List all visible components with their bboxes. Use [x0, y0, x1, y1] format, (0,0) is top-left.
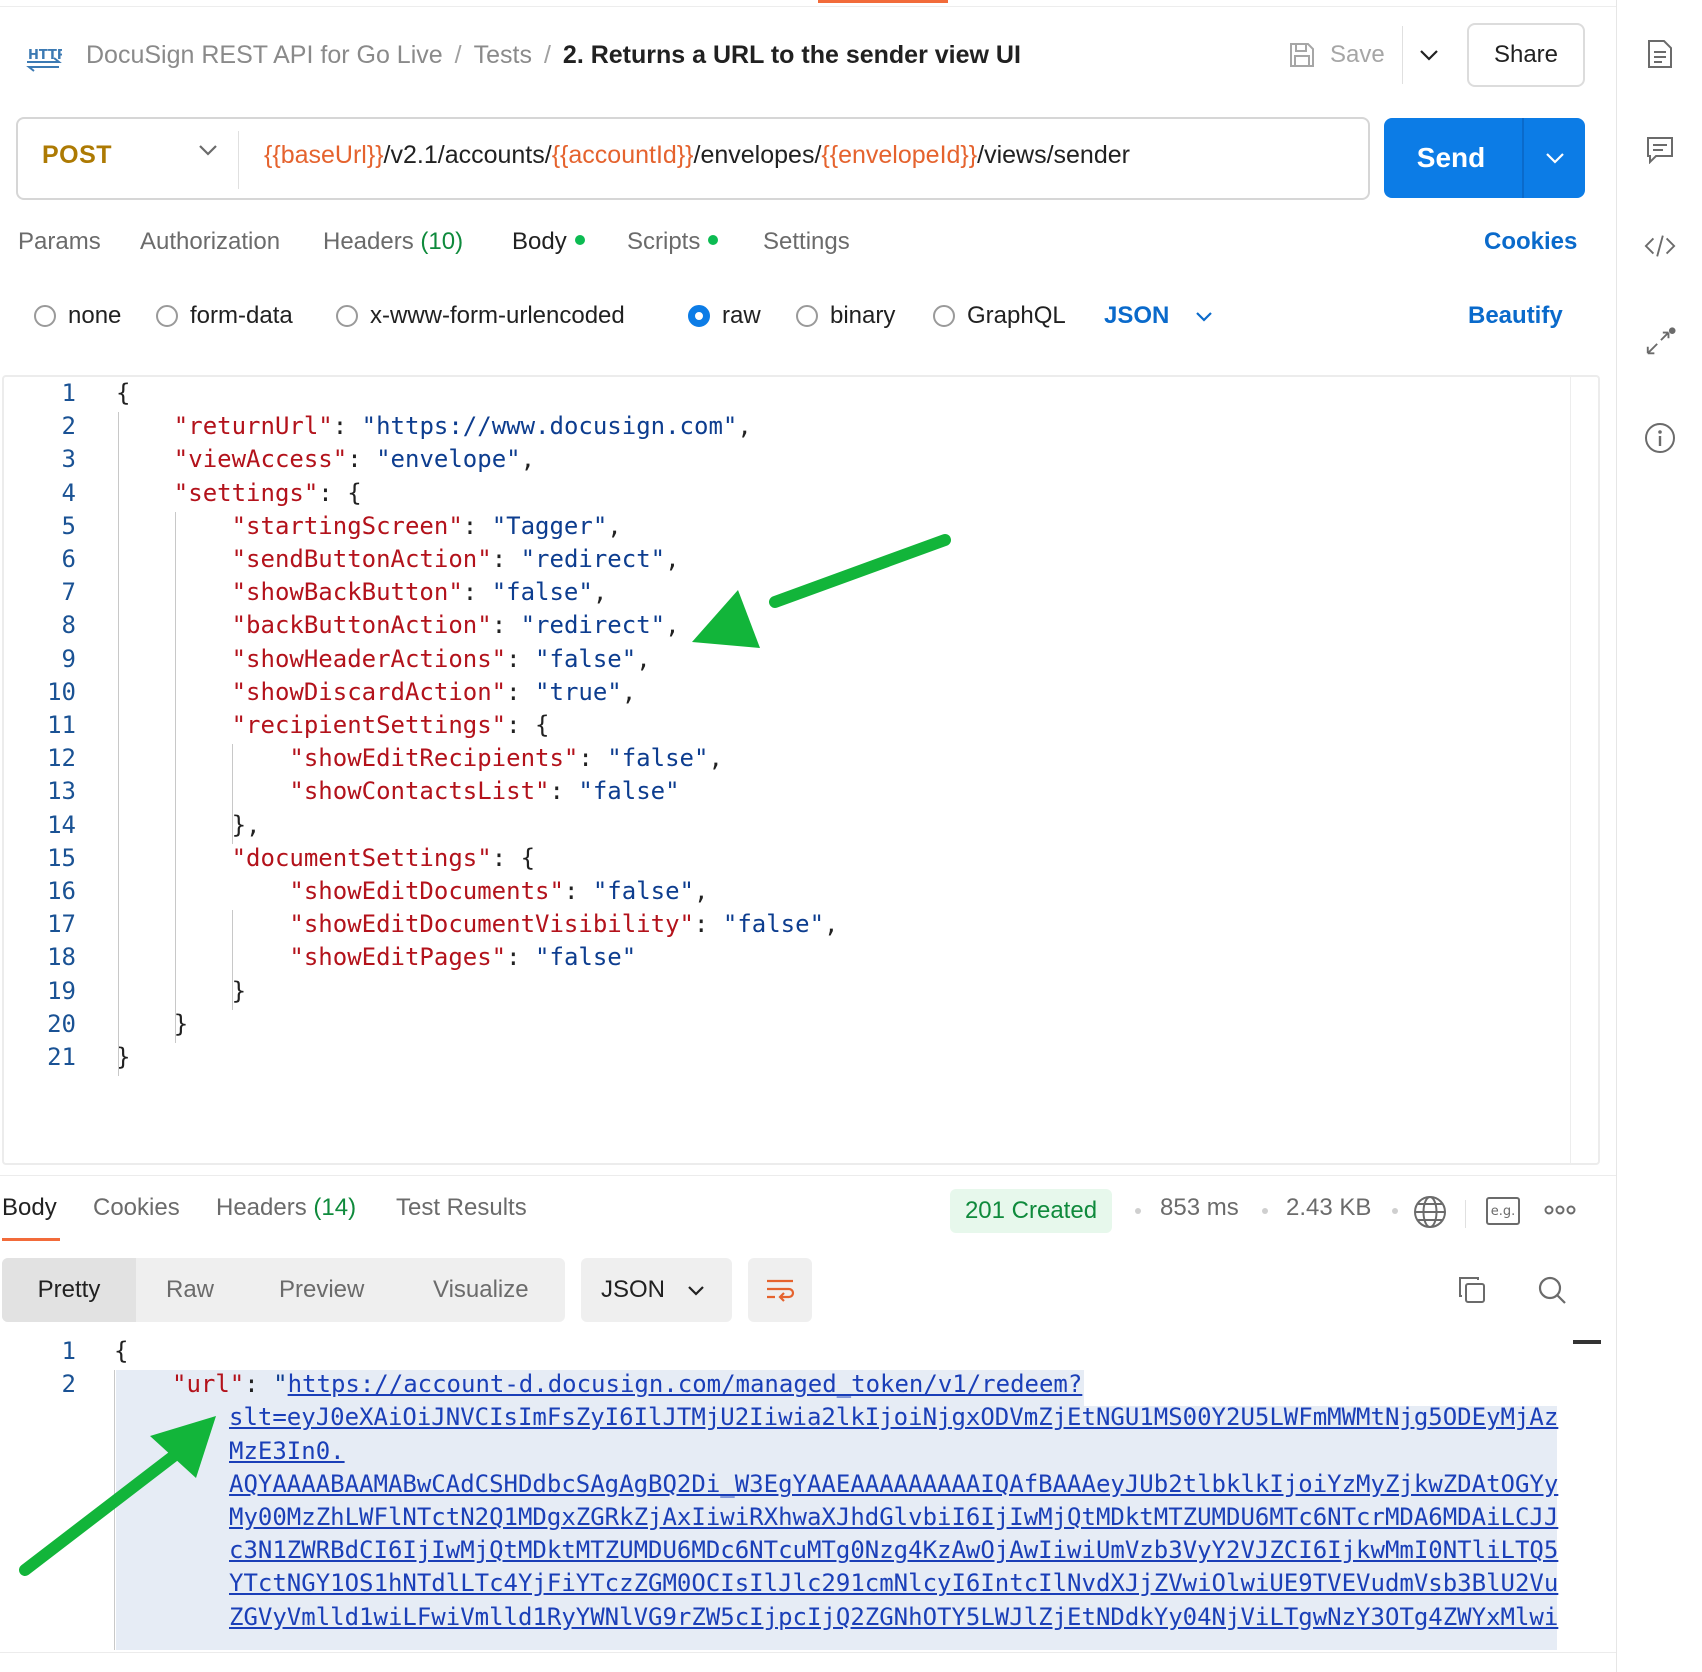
code-icon[interactable] — [1644, 230, 1676, 262]
request-workspace: HTTP DocuSign REST API for Go Live / Tests… — [0, 0, 1616, 1672]
right-sidebar — [1616, 0, 1702, 1672]
annotation-arrows — [19, 534, 951, 1576]
related-collections-icon[interactable] — [1644, 326, 1676, 358]
comments-icon[interactable] — [1644, 134, 1676, 166]
info-icon[interactable] — [1644, 422, 1676, 454]
documentation-icon[interactable] — [1644, 38, 1676, 70]
annotation-arrow-bottom — [19, 1416, 216, 1576]
annotation-arrow-top — [692, 534, 951, 648]
